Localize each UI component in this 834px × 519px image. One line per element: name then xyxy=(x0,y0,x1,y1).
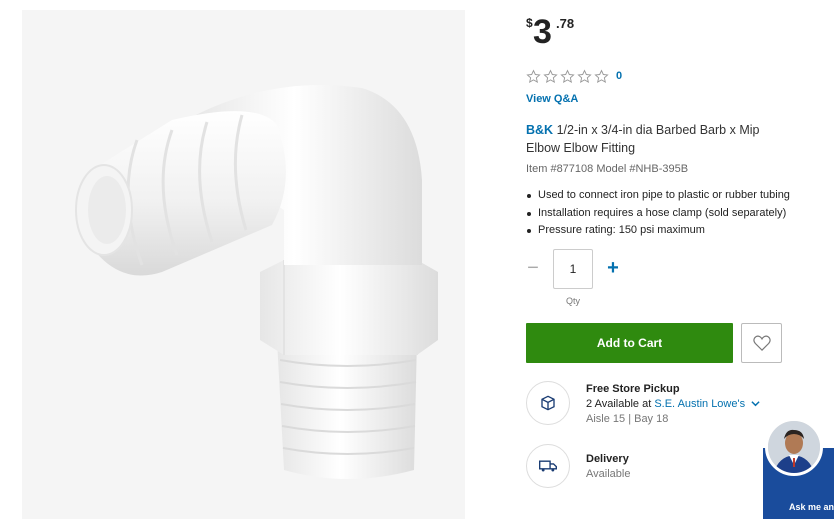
add-to-cart-button[interactable]: Add to Cart xyxy=(526,323,733,363)
delivery-title: Delivery xyxy=(586,453,629,465)
view-qa-link[interactable]: View Q&A xyxy=(526,93,578,105)
rating-count[interactable]: 0 xyxy=(616,70,622,82)
product-title: B&K 1/2-in x 3/4-in dia Barbed Barb x Mi… xyxy=(526,121,776,157)
star-outline-icon xyxy=(543,68,558,83)
feature-list: Used to connect iron pipe to plastic or … xyxy=(526,187,790,240)
store-selector[interactable]: S.E. Austin Lowe's xyxy=(654,398,745,410)
product-image[interactable] xyxy=(22,10,465,519)
star-rating[interactable]: 0 xyxy=(526,68,622,84)
pickup-details: Free Store Pickup 2 Available at S.E. Au… xyxy=(586,382,760,427)
quantity-label: Qty xyxy=(565,296,580,306)
brand-link[interactable]: B&K xyxy=(526,123,553,137)
favorite-button[interactable] xyxy=(741,323,782,363)
assistant-avatar[interactable] xyxy=(765,418,823,476)
delivery-truck-icon xyxy=(539,460,557,472)
price-currency: $ xyxy=(526,16,533,30)
pickup-title: Free Store Pickup xyxy=(586,383,680,395)
price-cents: .78 xyxy=(556,16,575,31)
pickup-availability: 2 Available xyxy=(586,398,640,410)
feature-item: Pressure rating: 150 psi maximum xyxy=(526,222,790,240)
chat-prompt-label[interactable]: Ask me an xyxy=(789,502,834,512)
aisle-bay: Aisle 15 | Bay 18 xyxy=(586,413,669,425)
product-name: 1/2-in x 3/4-in dia Barbed Barb x Mip El… xyxy=(526,123,760,155)
heart-icon xyxy=(752,335,771,351)
star-outline-icon xyxy=(594,68,609,83)
quantity-input[interactable]: 1 xyxy=(553,249,593,289)
price-dollars: 3 xyxy=(533,13,552,51)
elbow-fitting-illustration xyxy=(75,84,438,479)
chat-assistant[interactable]: Ask me an xyxy=(763,418,834,519)
chevron-down-icon[interactable] xyxy=(751,400,760,407)
assistant-photo xyxy=(768,421,820,473)
star-outline-icon xyxy=(526,68,541,83)
delivery-option[interactable] xyxy=(526,444,570,488)
decrease-quantity-button[interactable]: − xyxy=(526,257,540,281)
pickup-option[interactable] xyxy=(526,381,570,425)
pickup-box-icon xyxy=(541,395,555,411)
increase-quantity-button[interactable]: + xyxy=(606,257,620,281)
star-outline-icon xyxy=(560,68,575,83)
item-model-number: Item #877108 Model #NHB-395B xyxy=(526,163,689,175)
quantity-stepper: − 1 + xyxy=(526,249,636,289)
feature-item: Installation requires a hose clamp (sold… xyxy=(526,205,790,223)
star-outline-icon xyxy=(577,68,592,83)
pickup-at: at xyxy=(642,398,652,410)
feature-item: Used to connect iron pipe to plastic or … xyxy=(526,187,790,205)
delivery-details: Delivery Available xyxy=(586,452,630,482)
delivery-status: Available xyxy=(586,468,631,480)
